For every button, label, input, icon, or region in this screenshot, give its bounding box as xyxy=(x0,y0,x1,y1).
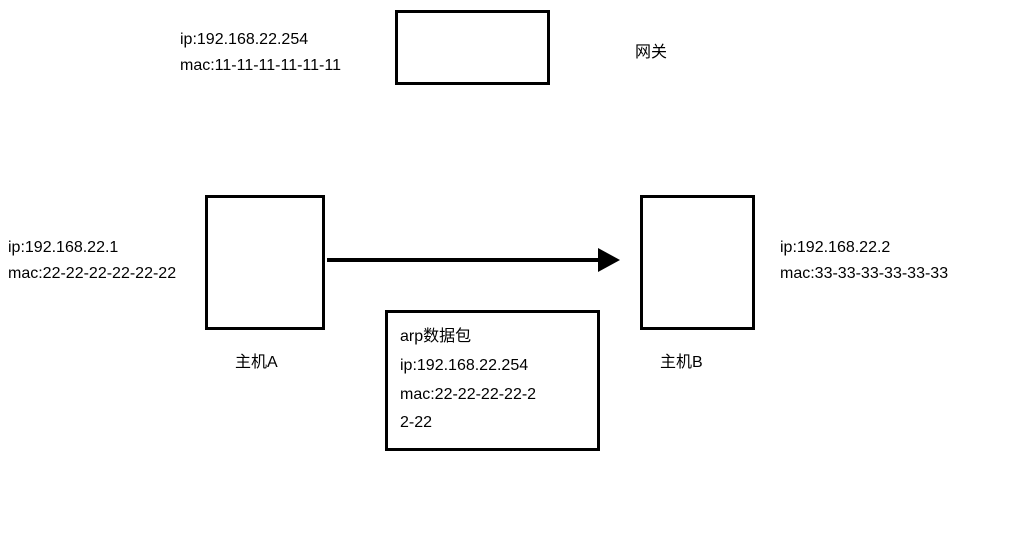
host-b-mac-text: mac:33-33-33-33-33-33 xyxy=(780,261,948,287)
host-a-box xyxy=(205,195,325,330)
arrow-line-icon xyxy=(327,258,602,262)
arp-packet-mac-line1: mac:22-22-22-22-2 xyxy=(400,381,585,410)
arp-packet-box: arp数据包 ip:192.168.22.254 mac:22-22-22-22… xyxy=(385,310,600,451)
arrow-head-icon xyxy=(598,248,620,272)
host-b-ip-text: ip:192.168.22.2 xyxy=(780,235,948,261)
arp-packet-title: arp数据包 xyxy=(400,323,585,352)
gateway-ip-text: ip:192.168.22.254 xyxy=(180,27,341,53)
host-a-mac-text: mac:22-22-22-22-22-22 xyxy=(8,261,176,287)
gateway-mac-text: mac:11-11-11-11-11-11 xyxy=(180,53,341,79)
gateway-name-label: 网关 xyxy=(635,40,667,66)
host-a-ip-text: ip:192.168.22.1 xyxy=(8,235,176,261)
host-b-box xyxy=(640,195,755,330)
host-a-name-label: 主机A xyxy=(235,350,278,376)
arp-packet-ip-text: ip:192.168.22.254 xyxy=(400,352,585,381)
gateway-info-label: ip:192.168.22.254 mac:11-11-11-11-11-11 xyxy=(180,27,341,78)
gateway-box xyxy=(395,10,550,85)
arp-packet-mac-line2: 2-22 xyxy=(400,409,585,438)
host-b-info-label: ip:192.168.22.2 mac:33-33-33-33-33-33 xyxy=(780,235,948,286)
host-a-info-label: ip:192.168.22.1 mac:22-22-22-22-22-22 xyxy=(8,235,176,286)
host-b-name-label: 主机B xyxy=(660,350,703,376)
